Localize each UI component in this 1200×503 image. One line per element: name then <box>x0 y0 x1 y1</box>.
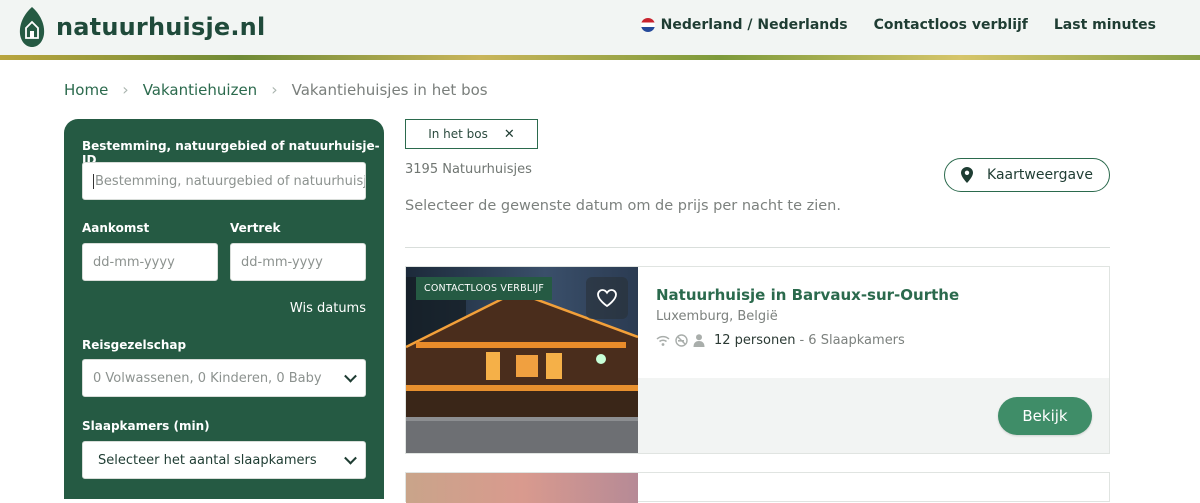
top-nav: Nederland / Nederlands Contactloos verbl… <box>615 17 1156 33</box>
listing-meta: 12 personen - 6 Slaapkamers <box>656 333 905 348</box>
close-icon[interactable]: ✕ <box>504 127 515 142</box>
breadcrumb-separator: › <box>122 80 129 99</box>
breadcrumb-home[interactable]: Home <box>64 81 108 99</box>
arrival-date-input[interactable]: dd-mm-yyyy <box>82 243 218 281</box>
favorite-button[interactable] <box>586 277 628 319</box>
contactless-badge: CONTACTLOOS VERBLIJF <box>416 277 552 300</box>
breadcrumb: Home › Vakantiehuizen › Vakantiehuisjes … <box>64 80 488 99</box>
person-icon <box>693 334 705 347</box>
party-value: 0 Volwassenen, 0 Kinderen, 0 Baby <box>93 370 322 386</box>
listing-image[interactable] <box>406 473 638 503</box>
map-view-button[interactable]: Kaartweergave <box>944 158 1110 192</box>
party-label: Reisgezelschap <box>82 338 187 352</box>
arrival-label: Aankomst <box>82 221 150 235</box>
nav-last-minutes-label: Last minutes <box>1053 17 1156 33</box>
nav-language[interactable]: Nederland / Nederlands <box>640 17 848 33</box>
listing-persons: 12 personen <box>714 333 796 348</box>
map-pin-icon <box>961 167 974 183</box>
bedrooms-label: Slaapkamers (min) <box>82 419 210 433</box>
departure-placeholder: dd-mm-yyyy <box>241 254 323 270</box>
destination-placeholder: Bestemming, natuurgebied of natuurhuisje… <box>93 173 365 189</box>
listing-image[interactable]: CONTACTLOOS VERBLIJF <box>406 267 638 453</box>
active-filter-label: In het bos <box>428 127 488 141</box>
bedrooms-value: Selecteer het aantal slaapkamers <box>98 452 317 468</box>
search-filter-panel: Bestemming, natuurgebied of natuurhuisje… <box>64 119 384 499</box>
logo-text: natuurhuisje.nl <box>56 13 266 41</box>
site-logo[interactable]: natuurhuisje.nl <box>18 6 265 48</box>
breadcrumb-current: Vakantiehuisjes in het bos <box>291 80 488 99</box>
clear-dates-link[interactable]: Wis datums <box>290 301 366 316</box>
date-hint: Selecteer de gewenste datum om de prijs … <box>405 198 841 214</box>
party-select[interactable]: 0 Volwassenen, 0 Kinderen, 0 Baby <box>82 359 366 397</box>
breadcrumb-separator: › <box>271 80 278 99</box>
heart-icon <box>597 289 617 307</box>
results-divider <box>405 247 1110 248</box>
listing-card[interactable] <box>405 472 1110 503</box>
nav-language-label: Nederland / Nederlands <box>660 17 848 33</box>
flag-nl-icon <box>640 18 655 32</box>
destination-input[interactable]: Bestemming, natuurgebied of natuurhuisje… <box>82 162 366 200</box>
nav-last-minutes[interactable]: Last minutes <box>1054 17 1156 33</box>
nav-contactless[interactable]: Contactloos verblijf <box>874 17 1028 33</box>
wifi-icon <box>656 335 670 346</box>
listing-bedrooms: - 6 Slaapkamers <box>799 333 905 348</box>
view-listing-button[interactable]: Bekijk <box>998 397 1092 435</box>
chevron-down-icon <box>344 451 357 465</box>
listing-title[interactable]: Natuurhuisje in Barvaux-sur-Ourthe <box>656 286 959 304</box>
breadcrumb-vakantiehuizen[interactable]: Vakantiehuizen <box>143 81 257 99</box>
no-smoking-icon <box>675 334 688 347</box>
listing-card[interactable]: CONTACTLOOS VERBLIJF Natuurhuisje in Bar… <box>405 266 1110 454</box>
results-count: 3195 Natuurhuisjes <box>405 162 532 177</box>
site-header: natuurhuisje.nl Nederland / Nederlands C… <box>0 0 1200 55</box>
arrival-placeholder: dd-mm-yyyy <box>93 254 175 270</box>
map-view-label: Kaartweergave <box>987 167 1093 183</box>
active-filter-chip[interactable]: In het bos ✕ <box>405 119 538 149</box>
bedrooms-select[interactable]: Selecteer het aantal slaapkamers <box>82 441 366 479</box>
nav-contactless-label: Contactloos verblijf <box>873 17 1028 33</box>
listing-location: Luxemburg, België <box>656 309 778 324</box>
departure-label: Vertrek <box>230 221 281 235</box>
header-banner-strip <box>0 55 1200 60</box>
house-logo-icon <box>19 7 45 47</box>
departure-date-input[interactable]: dd-mm-yyyy <box>230 243 366 281</box>
chevron-down-icon <box>344 369 357 383</box>
